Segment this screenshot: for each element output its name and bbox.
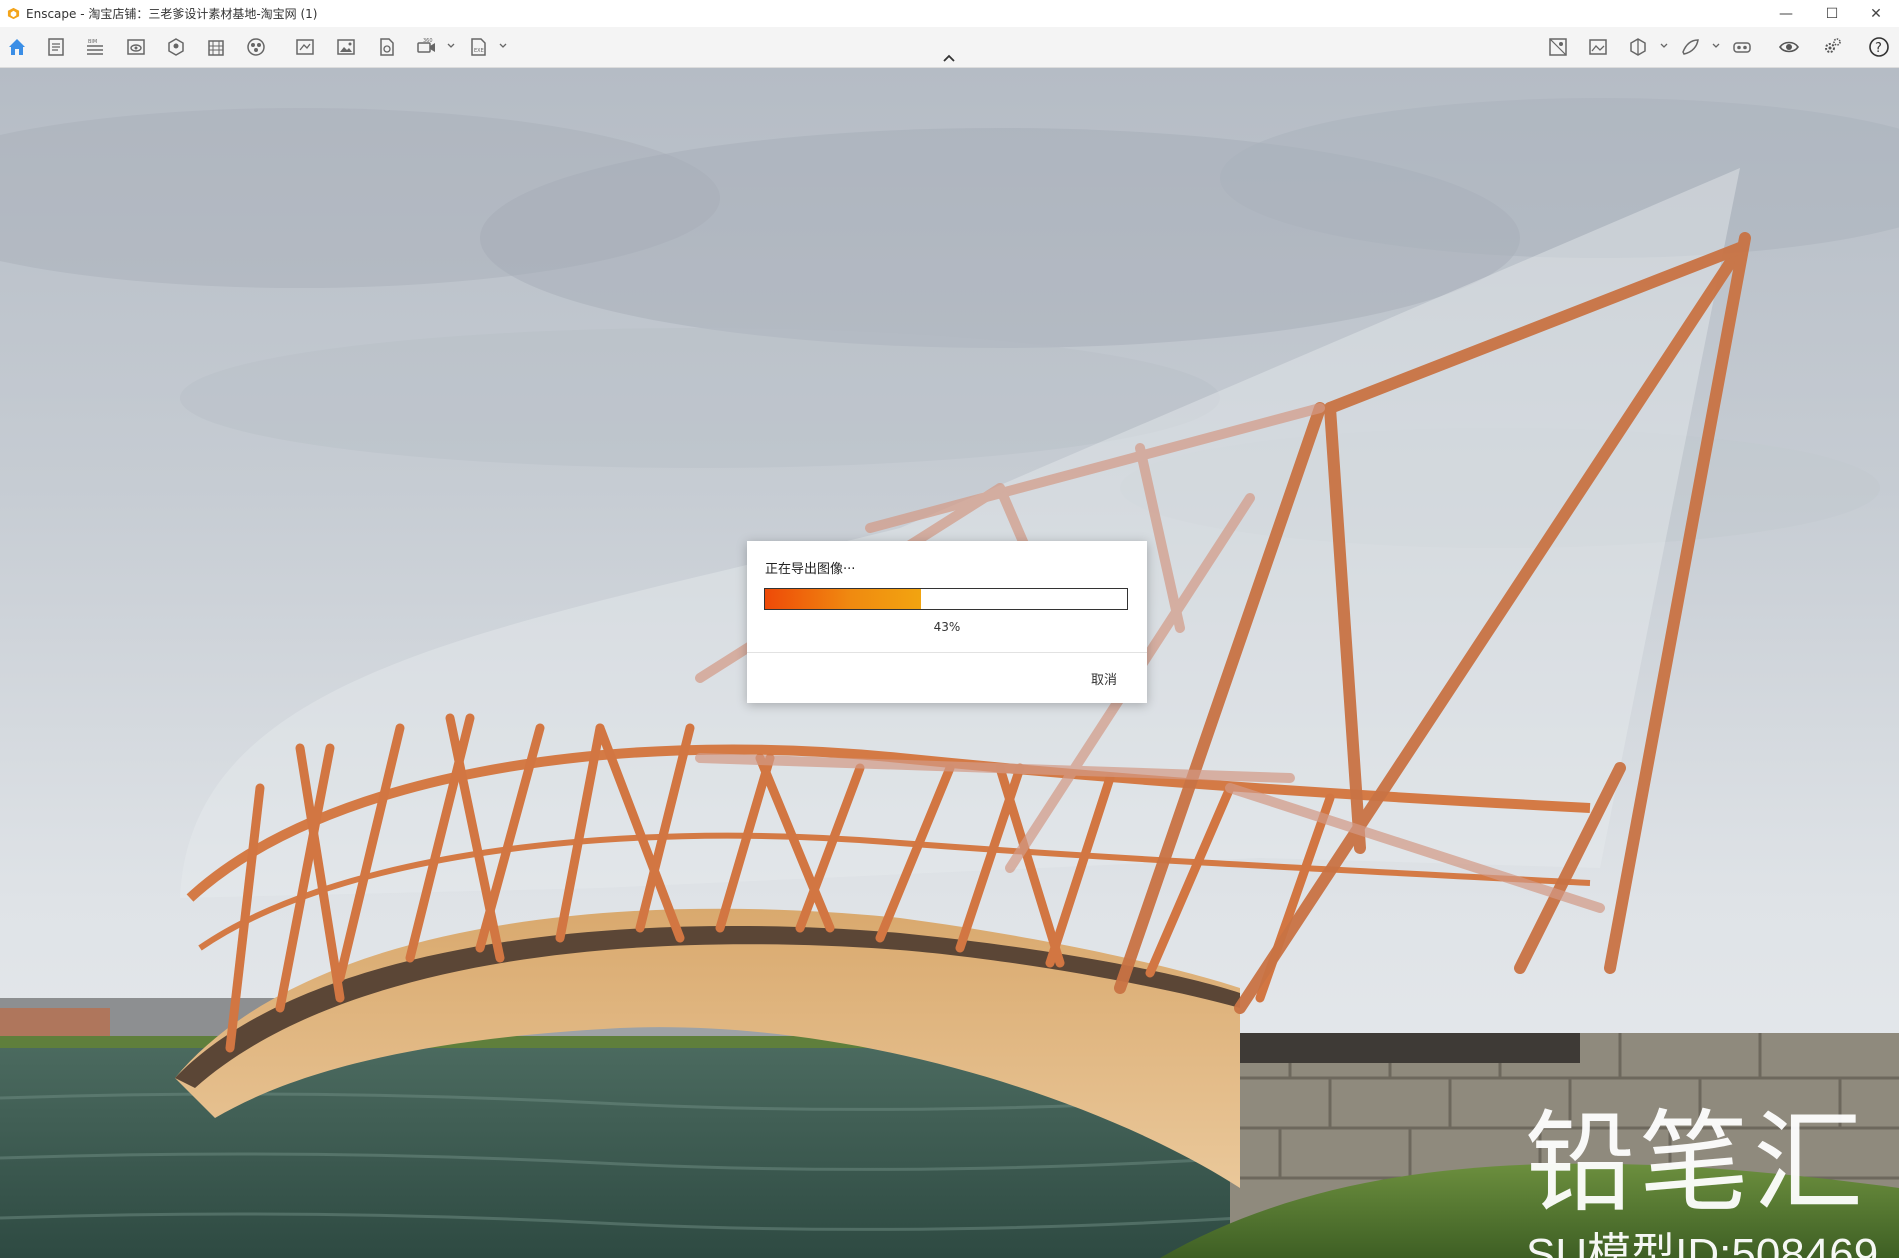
bim-list-icon[interactable]: BIM	[82, 35, 108, 59]
materials-icon[interactable]	[243, 35, 269, 59]
site-context-icon[interactable]	[163, 35, 189, 59]
vr-headset-icon[interactable]	[1729, 35, 1755, 59]
chevron-down-icon[interactable]	[498, 40, 508, 52]
title-bar: Enscape - 淘宝店铺：三老爹设计素材基地-淘宝网 (1) — ☐ ✕	[0, 0, 1899, 27]
sections-icon[interactable]	[1625, 35, 1651, 59]
svg-text:?: ?	[1875, 41, 1882, 56]
minimize-button[interactable]: —	[1763, 0, 1809, 27]
image-settings-icon[interactable]	[1585, 35, 1611, 59]
visibility-icon[interactable]	[1776, 35, 1802, 59]
batch-render-icon[interactable]	[292, 35, 318, 59]
chevron-down-icon[interactable]	[1711, 40, 1721, 52]
collapse-toolbar-icon[interactable]	[939, 51, 959, 65]
chevron-down-icon[interactable]	[1659, 40, 1669, 52]
close-button[interactable]: ✕	[1853, 0, 1899, 27]
maximize-button[interactable]: ☐	[1809, 0, 1855, 27]
export-exe-icon[interactable]: EXE	[465, 35, 491, 59]
cancel-button[interactable]: 取消	[1091, 669, 1117, 688]
home-icon[interactable]	[4, 35, 30, 59]
settings-icon[interactable]	[1819, 35, 1845, 59]
screenshot-icon[interactable]	[333, 35, 359, 59]
material-editor-icon[interactable]	[1677, 35, 1703, 59]
building-icon[interactable]	[203, 35, 229, 59]
panorama-icon[interactable]	[373, 35, 399, 59]
enscape-logo-icon	[7, 7, 20, 20]
svg-text:EXE: EXE	[474, 48, 484, 54]
document-icon[interactable]	[43, 35, 69, 59]
video-icon[interactable]: 360	[413, 35, 439, 59]
chevron-down-icon[interactable]	[446, 40, 456, 52]
progress-fill	[765, 589, 921, 609]
view-icon[interactable]	[123, 35, 149, 59]
progress-percent: 43%	[933, 620, 961, 634]
svg-text:360: 360	[423, 38, 433, 44]
dialog-divider	[747, 652, 1147, 653]
progress-bar	[764, 588, 1128, 610]
watermark-brand: 铅笔汇	[1525, 1099, 1867, 1227]
help-icon[interactable]: ?	[1866, 35, 1892, 59]
dialog-heading: 正在导出图像···	[765, 562, 856, 577]
asset-library-icon[interactable]	[1545, 35, 1571, 59]
svg-text:BIM: BIM	[88, 39, 97, 45]
watermark-model-id: SU模型ID:508469	[1526, 1230, 1879, 1258]
export-progress-dialog: 正在导出图像··· 43% 取消	[747, 541, 1147, 703]
window-title: Enscape - 淘宝店铺：三老爹设计素材基地-淘宝网 (1)	[26, 7, 318, 21]
